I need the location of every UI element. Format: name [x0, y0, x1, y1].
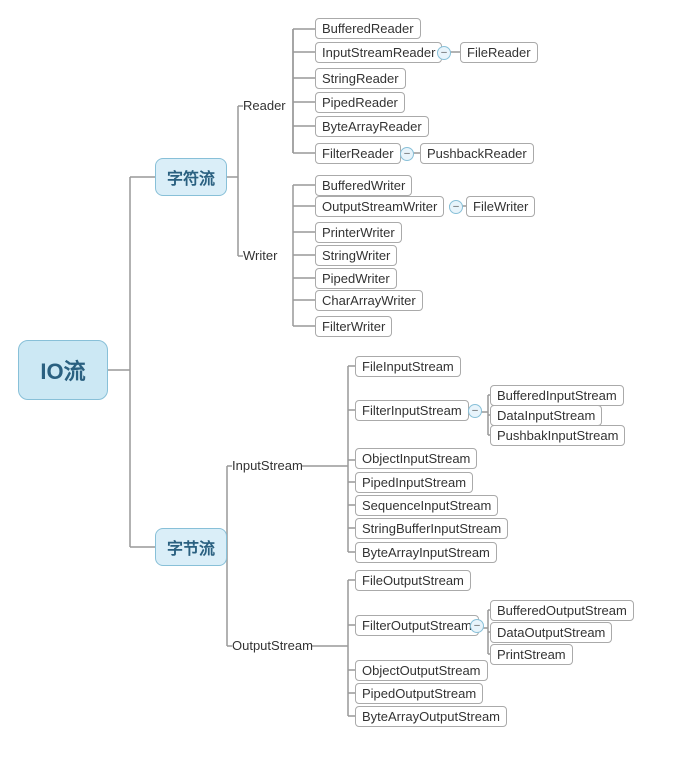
- leaf-bytearrayinputstream: ByteArrayInputStream: [355, 542, 497, 563]
- leaf-objectinputstream: ObjectInputStream: [355, 448, 477, 469]
- reader-label: Reader: [243, 98, 286, 113]
- leaf-printstream: PrintStream: [490, 644, 573, 665]
- leaf-pushbakinputstream: PushbakInputStream: [490, 425, 625, 446]
- collapse-outputstreamwriter[interactable]: –: [449, 200, 463, 214]
- leaf-stringreader: StringReader: [315, 68, 406, 89]
- leaf-filteroutputstream: FilterOutputStream: [355, 615, 479, 636]
- leaf-printerwriter: PrinterWriter: [315, 222, 402, 243]
- leaf-bytearrayreader: ByteArrayReader: [315, 116, 429, 137]
- leaf-outputstreamwriter: OutputStreamWriter: [315, 196, 444, 217]
- leaf-dataoutputstream: DataOutputStream: [490, 622, 612, 643]
- char-label: 字符流: [167, 165, 215, 189]
- leaf-bufferedwriter: BufferedWriter: [315, 175, 412, 196]
- root-label: IO流: [40, 354, 85, 386]
- leaf-pushbackreader: PushbackReader: [420, 143, 534, 164]
- leaf-chararraywriter: CharArrayWriter: [315, 290, 423, 311]
- char-node: 字符流: [155, 158, 227, 196]
- leaf-stringbufferinputstream: StringBufferInputStream: [355, 518, 508, 539]
- leaf-filereader: FileReader: [460, 42, 538, 63]
- leaf-filterinputstream: FilterInputStream: [355, 400, 469, 421]
- leaf-objectoutputstream: ObjectOutputStream: [355, 660, 488, 681]
- leaf-datainputstream: DataInputStream: [490, 405, 602, 426]
- leaf-filewriter: FileWriter: [466, 196, 535, 217]
- leaf-inputstreamreader: InputStreamReader: [315, 42, 442, 63]
- collapse-filteroutputstream[interactable]: –: [470, 619, 484, 633]
- leaf-stringwriter: StringWriter: [315, 245, 397, 266]
- root-node: IO流: [18, 340, 108, 400]
- leaf-filterwriter: FilterWriter: [315, 316, 392, 337]
- leaf-bytearrayoutputstream: ByteArrayOutputStream: [355, 706, 507, 727]
- leaf-pipedoutputstream: PipedOutputStream: [355, 683, 483, 704]
- leaf-pipedinputstream: PipedInputStream: [355, 472, 473, 493]
- leaf-bufferedoutputstream: BufferedOutputStream: [490, 600, 634, 621]
- collapse-filterinputstream[interactable]: –: [468, 404, 482, 418]
- leaf-pipedwriter: PipedWriter: [315, 268, 397, 289]
- leaf-filterreader: FilterReader: [315, 143, 401, 164]
- inputstream-label: InputStream: [232, 458, 303, 473]
- leaf-sequenceinputstream: SequenceInputStream: [355, 495, 498, 516]
- collapse-inputstreamreader[interactable]: –: [437, 46, 451, 60]
- byte-label: 字节流: [167, 535, 215, 559]
- collapse-filterreader[interactable]: –: [400, 147, 414, 161]
- leaf-pipedreader: PipedReader: [315, 92, 405, 113]
- byte-node: 字节流: [155, 528, 227, 566]
- leaf-bufferedreader: BufferedReader: [315, 18, 421, 39]
- leaf-fileinputstream: FileInputStream: [355, 356, 461, 377]
- writer-label: Writer: [243, 248, 277, 263]
- leaf-bufferedinputstream: BufferedInputStream: [490, 385, 624, 406]
- outputstream-label: OutputStream: [232, 638, 313, 653]
- leaf-fileoutputstream: FileOutputStream: [355, 570, 471, 591]
